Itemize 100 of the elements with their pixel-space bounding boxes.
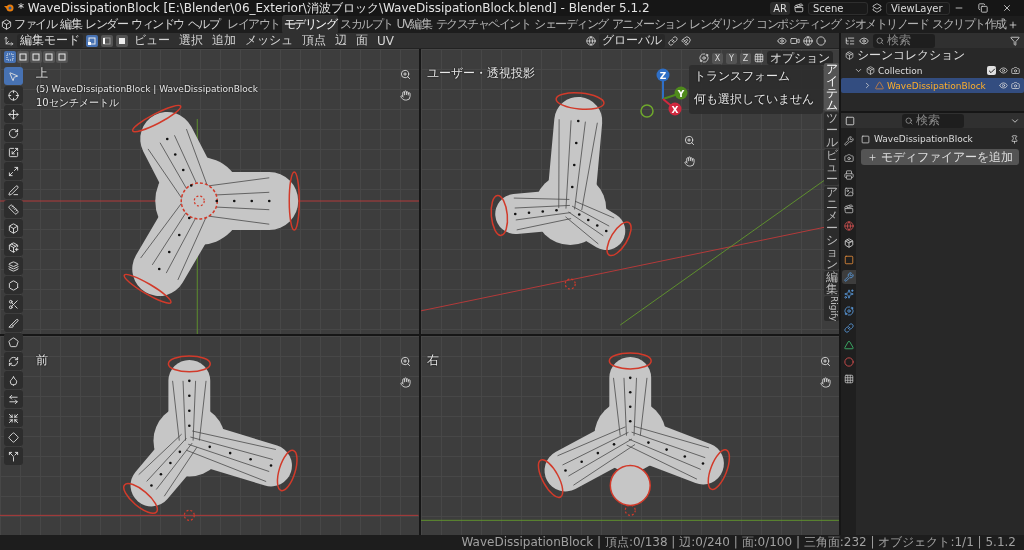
menu-item[interactable]: ファイル (12, 16, 58, 33)
tool-button[interactable] (4, 409, 23, 427)
outliner-row[interactable]: WaveDissipationBlock (841, 78, 1024, 93)
scene-icon[interactable] (794, 3, 804, 13)
selection-mode-button[interactable] (56, 51, 68, 63)
tool-button[interactable] (4, 219, 23, 237)
workspace-tab[interactable]: レンダリング (687, 15, 754, 34)
workspace-tab[interactable]: レイアウト (225, 15, 282, 34)
workspace-tab[interactable]: テクスチャペイント (433, 15, 532, 34)
workspace-tab[interactable]: ジオメトリノード (842, 15, 930, 34)
menu-item[interactable]: ヘルプ (185, 16, 221, 33)
selection-mode-button[interactable] (4, 51, 16, 63)
camera-icon[interactable] (790, 35, 800, 46)
workspace-tab[interactable]: シェーディング (532, 15, 610, 34)
tool-button[interactable] (4, 143, 23, 161)
workspace-tab[interactable]: アニメーション (609, 15, 687, 34)
sidebar-tab[interactable]: Rigify (824, 296, 839, 322)
add-modifier-button[interactable]: モディファイアーを追加 (861, 149, 1019, 165)
checkbox[interactable] (987, 66, 996, 75)
tool-button[interactable] (4, 181, 23, 199)
properties-tab[interactable] (841, 287, 856, 301)
properties-tab[interactable] (841, 270, 856, 284)
header-menu[interactable]: 辺 (332, 32, 350, 49)
close-icon[interactable] (1002, 3, 1012, 13)
magnet-icon[interactable] (681, 35, 691, 46)
workspace-tab[interactable]: UV編集 (394, 15, 434, 34)
tool-button[interactable] (4, 257, 23, 275)
header-menu[interactable]: 追加 (209, 32, 239, 49)
mode-dropdown[interactable]: 編集モード (17, 33, 83, 48)
selection-mode-button[interactable] (17, 51, 29, 63)
chevron-down-icon[interactable] (854, 66, 863, 75)
outliner-row[interactable]: シーンコレクション (841, 48, 1024, 63)
gizmo-axis-button[interactable] (639, 104, 654, 118)
search-field[interactable]: 検索 (901, 113, 964, 128)
view-layer-icon[interactable] (872, 3, 882, 13)
properties-tab[interactable] (841, 304, 856, 318)
sidebar-tab[interactable]: ツール (824, 112, 839, 148)
eye-icon[interactable] (777, 35, 787, 46)
select-mode-button[interactable] (101, 34, 113, 47)
sphere-icon[interactable] (803, 35, 813, 46)
tool-button[interactable] (4, 105, 23, 123)
select-mode-button[interactable] (86, 34, 98, 47)
link-icon[interactable] (668, 35, 678, 46)
properties-tab[interactable] (841, 338, 856, 352)
tool-button[interactable] (4, 86, 23, 104)
pin-icon[interactable] (1010, 134, 1019, 144)
circle-icon[interactable] (816, 35, 826, 46)
scene-field[interactable]: Scene (808, 1, 868, 15)
axis-toggle[interactable]: X (712, 52, 723, 64)
editor-type-icon[interactable] (845, 115, 855, 126)
tool-button[interactable] (4, 276, 23, 294)
gizmo-axis-button[interactable]: Z (656, 68, 669, 100)
orientation-dropdown[interactable]: グローバル (599, 33, 665, 48)
select-mode-button[interactable] (116, 34, 128, 47)
tool-button[interactable] (4, 428, 23, 446)
filter-icon[interactable] (1010, 35, 1020, 46)
chevron-right-icon[interactable] (863, 81, 872, 90)
axis-toggle[interactable]: Y (726, 52, 737, 64)
properties-tab[interactable] (841, 202, 856, 216)
globe-icon[interactable] (586, 35, 596, 46)
camera-icon[interactable] (1011, 66, 1020, 75)
eye-icon[interactable] (999, 66, 1008, 75)
object-icon[interactable] (861, 134, 870, 144)
workspace-tab[interactable]: コンポジティング (754, 15, 842, 34)
header-menu[interactable]: 頂点 (299, 32, 329, 49)
editor-type-icon[interactable] (4, 35, 14, 46)
axis-toggle[interactable]: Z (740, 52, 751, 64)
restore-icon[interactable] (978, 3, 988, 13)
panel-title[interactable]: トランスフォーム (694, 68, 818, 85)
gizmo-icon[interactable] (699, 53, 709, 63)
grid-icon[interactable] (754, 53, 764, 63)
tool-button[interactable] (4, 67, 23, 85)
tool-button[interactable] (4, 124, 23, 142)
header-menu[interactable]: 選択 (176, 32, 206, 49)
search-field[interactable]: 検索 (873, 33, 935, 48)
workspace-tab[interactable]: スカルプト (338, 15, 395, 34)
view-layer-field[interactable]: ViewLayer (886, 1, 950, 15)
add-icon[interactable] (1007, 19, 1018, 30)
tool-button[interactable] (4, 314, 23, 332)
properties-tab[interactable] (841, 134, 856, 148)
outliner-icon[interactable] (845, 35, 855, 46)
menu-item[interactable]: レンダー (83, 16, 129, 33)
menu-item[interactable]: 編集 (58, 16, 83, 33)
header-menu[interactable]: 面 (353, 32, 371, 49)
sidebar-tab[interactable]: ビュー (824, 149, 839, 185)
viewport[interactable]: 前 (0, 336, 419, 535)
tool-button[interactable] (4, 390, 23, 408)
header-menu[interactable]: UV (374, 33, 397, 48)
tool-button[interactable] (4, 295, 23, 313)
tool-button[interactable] (4, 352, 23, 370)
tool-button[interactable] (4, 333, 23, 351)
tool-button[interactable] (4, 447, 23, 465)
selection-mode-button[interactable] (43, 51, 55, 63)
sidebar-tab[interactable]: 編集 (824, 271, 839, 295)
properties-tab[interactable] (841, 168, 856, 182)
tool-button[interactable] (4, 200, 23, 218)
tool-button[interactable] (4, 371, 23, 389)
options-dropdown[interactable]: オプション (767, 51, 833, 65)
menu-item[interactable]: ウィンドウ (129, 16, 186, 33)
editor-type-icon[interactable] (1, 19, 12, 30)
